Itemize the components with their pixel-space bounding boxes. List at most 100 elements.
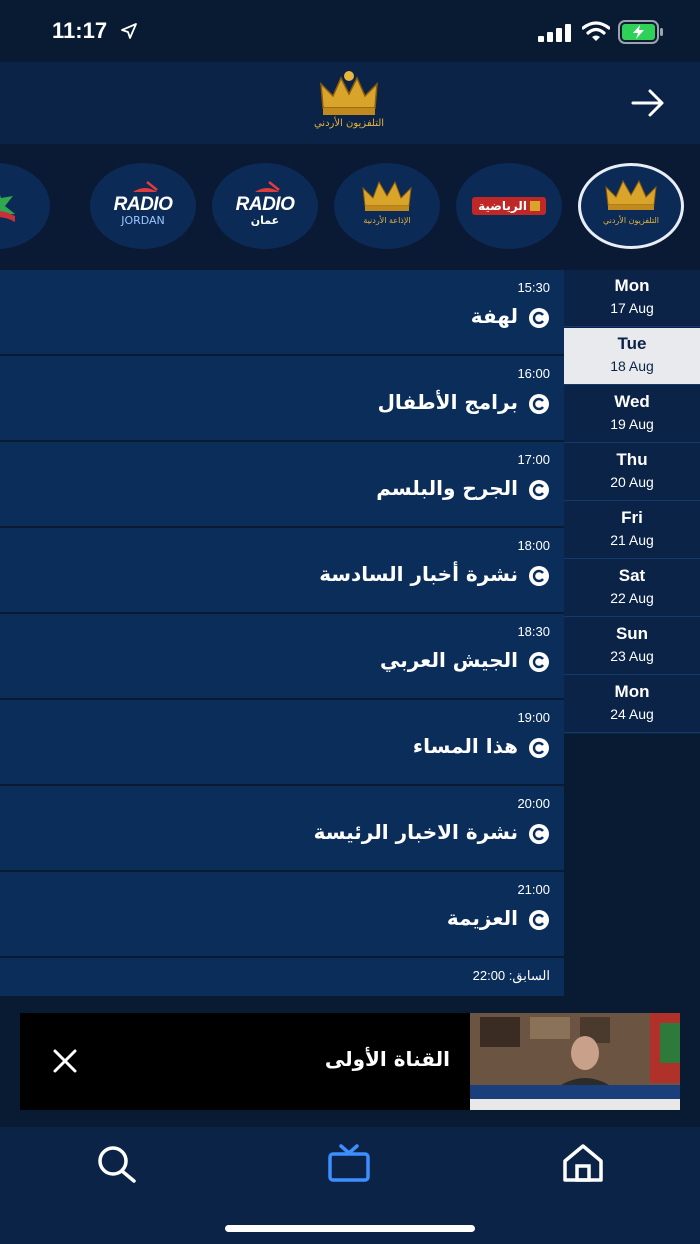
program-row[interactable]: 18:00 نشرة أخبار السادسة [0,528,564,612]
program-row[interactable]: 18:30 الجيش العربي [0,614,564,698]
day-name: Mon [614,276,650,295]
day-item[interactable]: Wed 19 Aug [564,386,700,443]
mini-player-title: القناة الأولى [324,1047,450,1071]
crown-mini-icon [529,201,540,211]
status-bar: 11:17 [0,0,700,62]
program-title: هذا المساء [412,734,518,758]
channel-label: RADIO [235,193,295,215]
program-time: 18:30 [517,624,550,639]
day-name: Wed [614,392,650,411]
program-time: 16:00 [517,366,550,381]
status-time: 11:17 [52,18,108,43]
program-title: الجيش العربي [379,648,518,672]
program-title: لهفة [470,304,518,328]
program-title: الجرح والبلسم [376,476,518,500]
wifi-icon [582,21,610,41]
close-icon[interactable] [50,1046,80,1076]
bottom-tab-bar [0,1127,700,1244]
day-name: Fri [621,508,643,527]
day-name: Sat [618,566,646,585]
program-title: نشرة أخبار السادسة [319,562,518,586]
program-row[interactable]: 17:00 الجرح والبلسم [0,442,564,526]
catchup-icon [529,824,549,844]
jordan-tv-logo: التلفزيون الأردني [314,71,384,129]
catchup-icon [529,480,549,500]
program-time: 17:00 [517,452,550,467]
search-icon[interactable] [94,1143,138,1183]
channel-jordan-tv[interactable]: التلفزيون الأردني [578,163,684,249]
channel-sub-label: عمان [250,213,280,227]
day-item[interactable]: Sat 22 Aug [564,560,700,617]
channel-quran[interactable] [0,163,50,249]
tv-icon[interactable] [327,1143,371,1183]
program-time: 18:00 [517,538,550,553]
catchup-icon [529,394,549,414]
day-date: 18 Aug [610,358,654,374]
home-icon[interactable] [561,1143,605,1183]
crown-logo-icon: الإذاعة الأردنية [362,180,412,226]
radio-antenna-icon [133,180,158,192]
day-selector: Mon 17 Aug Tue 18 Aug Wed 19 Aug Thu 20 … [564,270,700,734]
catchup-icon [529,308,549,328]
day-date: 24 Aug [610,706,654,722]
day-item[interactable]: Mon 17 Aug [564,270,700,327]
battery-charging-icon [618,20,663,44]
cellular-signal-icon [538,24,571,42]
program-time: السابق: 22:00 [472,968,550,983]
location-arrow-icon [121,23,137,39]
program-title: العزيمة [446,906,518,930]
day-date: 21 Aug [610,532,654,548]
day-name: Mon [614,682,650,701]
catchup-icon [529,566,549,586]
channel-logo-text: الإذاعة الأردنية [363,215,410,226]
day-date: 20 Aug [610,474,654,490]
program-time: 15:30 [517,280,550,295]
day-name: Tue [617,334,647,353]
app-header: التلفزيون الأردني [0,62,700,144]
program-row[interactable]: 16:00 برامج الأطفال [0,356,564,440]
day-date: 22 Aug [610,590,654,606]
video-thumbnail[interactable] [470,1013,680,1110]
program-row[interactable]: 21:00 العزيمة [0,872,564,956]
header-logo-text: التلفزيون الأردني [314,116,384,129]
day-item[interactable]: Mon 24 Aug [564,676,700,733]
channel-radio-amman[interactable]: RADIO عمان [212,163,318,249]
sports-logo: الرياضية [472,197,546,215]
channel-carousel[interactable]: RADIO JORDAN RADIO عمان الإذاعة الأردنية… [0,144,700,270]
channel-label: RADIO [113,193,173,215]
program-time: 21:00 [517,882,550,897]
arrow-right-icon[interactable] [630,88,666,118]
program-time: 19:00 [517,710,550,725]
catchup-icon [529,910,549,930]
day-date: 23 Aug [610,648,654,664]
mini-player[interactable]: القناة الأولى [20,1013,680,1110]
day-date: 19 Aug [610,416,654,432]
radio-antenna-icon [255,180,280,192]
program-schedule: 15:30 لهفة 16:00 برامج الأطفال 17:00 الج… [0,270,564,996]
channel-sub-label: JORDAN [121,213,165,227]
day-item[interactable]: Fri 21 Aug [564,502,700,559]
crown-logo-icon: التلفزيون الأردني [603,179,659,225]
day-name: Sun [615,624,649,643]
channel-jordan-radio[interactable]: الإذاعة الأردنية [334,163,440,249]
channel-logo-text: التلفزيون الأردني [603,215,659,225]
program-title: برامج الأطفال [377,390,518,414]
channel-sports[interactable]: الرياضية [456,163,562,249]
video-frame-image [470,1013,680,1110]
program-time: 20:00 [517,796,550,811]
program-row[interactable]: 20:00 نشرة الاخبار الرئيسة [0,786,564,870]
quran-logo-icon [0,195,15,222]
catchup-icon [529,738,549,758]
day-item[interactable]: Sun 23 Aug [564,618,700,675]
program-row[interactable]: 19:00 هذا المساء [0,700,564,784]
day-date: 17 Aug [610,300,654,316]
catchup-icon [529,652,549,672]
program-row[interactable]: السابق: 22:00 [0,958,564,996]
channel-radio-jordan[interactable]: RADIO JORDAN [90,163,196,249]
home-indicator[interactable] [225,1225,475,1232]
program-title: نشرة الاخبار الرئيسة [313,820,518,844]
day-item-selected[interactable]: Tue 18 Aug [564,328,700,385]
day-name: Thu [616,450,648,469]
day-item[interactable]: Thu 20 Aug [564,444,700,501]
program-row[interactable]: 15:30 لهفة [0,270,564,354]
